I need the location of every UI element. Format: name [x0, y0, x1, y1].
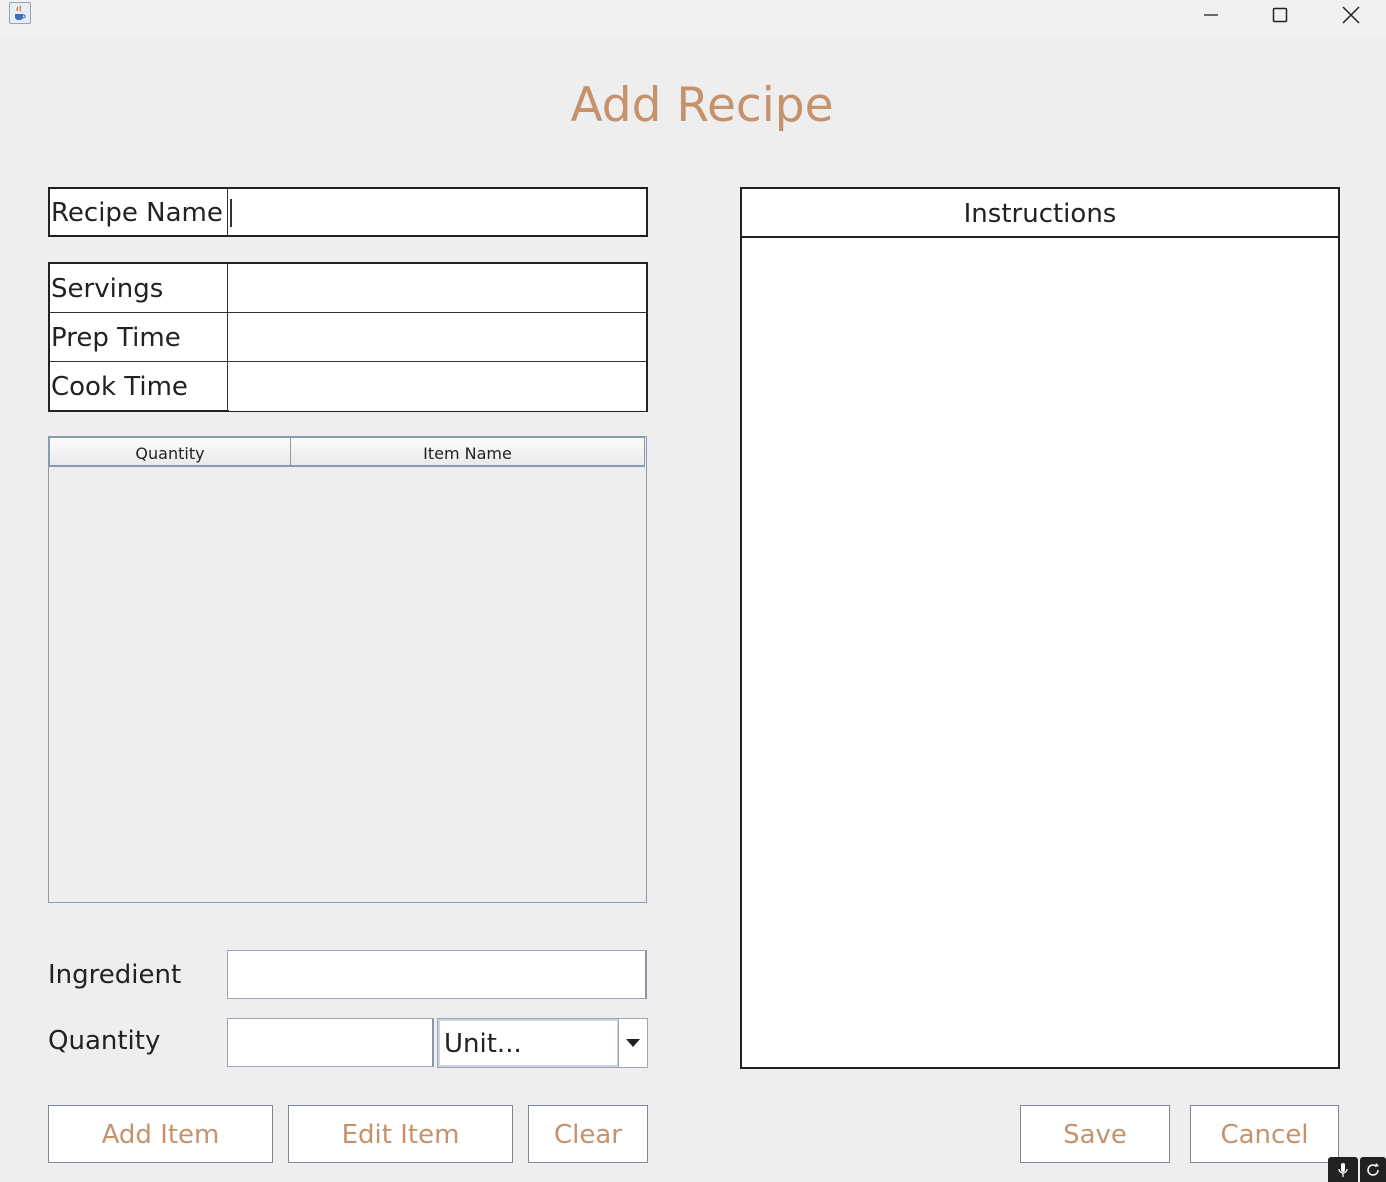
ingredients-table[interactable]: Quantity Item Name [48, 436, 647, 903]
instructions-panel: Instructions [740, 187, 1340, 1069]
cancel-button[interactable]: Cancel [1190, 1105, 1339, 1163]
unit-select[interactable]: Unit... [437, 1018, 648, 1068]
recipe-name-row: Recipe Name [48, 187, 648, 237]
recipe-name-input[interactable] [229, 189, 646, 235]
ingredient-input[interactable] [227, 950, 647, 999]
minimize-icon [1204, 14, 1218, 16]
add-item-button[interactable]: Add Item [48, 1105, 273, 1163]
cook-time-row: Cook Time [50, 362, 646, 411]
maximize-button[interactable] [1245, 0, 1315, 30]
page-title: Add Recipe [570, 78, 834, 133]
cook-time-label: Cook Time [50, 362, 228, 411]
servings-input[interactable] [229, 264, 646, 312]
maximize-icon [1272, 7, 1288, 23]
quantity-label: Quantity [48, 1026, 161, 1056]
refresh-icon[interactable] [1360, 1157, 1386, 1182]
minimize-button[interactable] [1176, 0, 1246, 30]
recipe-details-grid: Servings Prep Time Cook Time [48, 262, 648, 412]
column-header-item-name[interactable]: Item Name [290, 437, 645, 467]
unit-dropdown-button[interactable] [618, 1019, 647, 1067]
recipe-name-label: Recipe Name [50, 189, 228, 235]
close-icon [1342, 6, 1360, 24]
clear-button[interactable]: Clear [528, 1105, 648, 1163]
instructions-header: Instructions [742, 189, 1338, 238]
window-titlebar [0, 0, 1386, 36]
instructions-textarea[interactable] [742, 238, 1338, 1067]
column-header-quantity[interactable]: Quantity [49, 437, 291, 467]
chevron-down-icon [626, 1039, 640, 1047]
servings-label: Servings [50, 264, 228, 312]
ingredient-label: Ingredient [48, 960, 182, 990]
quantity-input[interactable] [227, 1018, 434, 1067]
prep-time-label: Prep Time [50, 313, 228, 361]
prep-time-row: Prep Time [50, 313, 646, 362]
servings-row: Servings [50, 264, 646, 313]
java-cup-icon[interactable] [9, 2, 31, 24]
text-caret [230, 199, 232, 227]
edit-item-button[interactable]: Edit Item [288, 1105, 513, 1163]
cook-time-input[interactable] [229, 362, 646, 411]
prep-time-input[interactable] [229, 313, 646, 361]
close-button[interactable] [1316, 0, 1386, 30]
unit-select-value: Unit... [438, 1019, 619, 1067]
save-button[interactable]: Save [1020, 1105, 1170, 1163]
microphone-icon[interactable] [1328, 1157, 1358, 1182]
